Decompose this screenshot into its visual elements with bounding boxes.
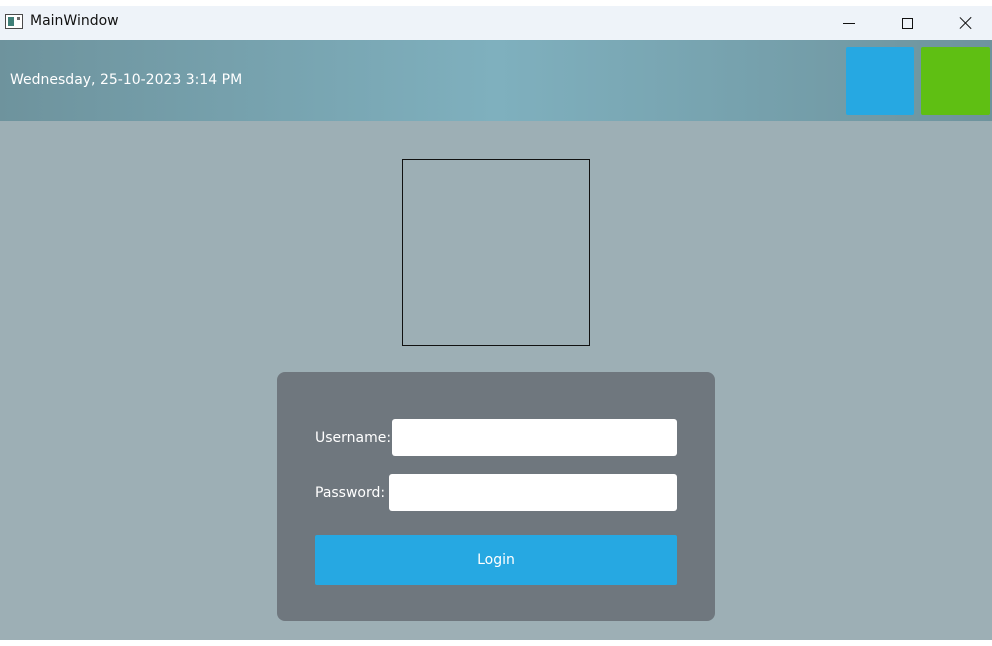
header-band: Wednesday, 25-10-2023 3:14 PM (0, 40, 992, 121)
green-tile-button[interactable] (921, 47, 990, 115)
username-label: Username: (315, 430, 392, 446)
main-content: Username: Password: Login (0, 121, 992, 640)
close-button[interactable] (936, 6, 992, 40)
password-input[interactable] (389, 474, 677, 511)
app-window-icon (5, 14, 23, 29)
username-input[interactable] (392, 419, 677, 456)
maximize-icon (901, 17, 913, 29)
login-card: Username: Password: Login (277, 372, 715, 621)
minimize-icon (843, 22, 855, 24)
current-datetime: Wednesday, 25-10-2023 3:14 PM (10, 72, 243, 88)
password-label: Password: (315, 485, 386, 501)
maximize-button[interactable] (878, 6, 936, 40)
blue-tile-button[interactable] (846, 47, 914, 115)
window-title-bar: MainWindow (0, 6, 992, 40)
logo-image-placeholder (402, 159, 590, 346)
close-icon (958, 16, 972, 30)
login-button[interactable]: Login (315, 535, 677, 585)
minimize-button[interactable] (820, 6, 878, 40)
window-title: MainWindow (30, 13, 119, 29)
